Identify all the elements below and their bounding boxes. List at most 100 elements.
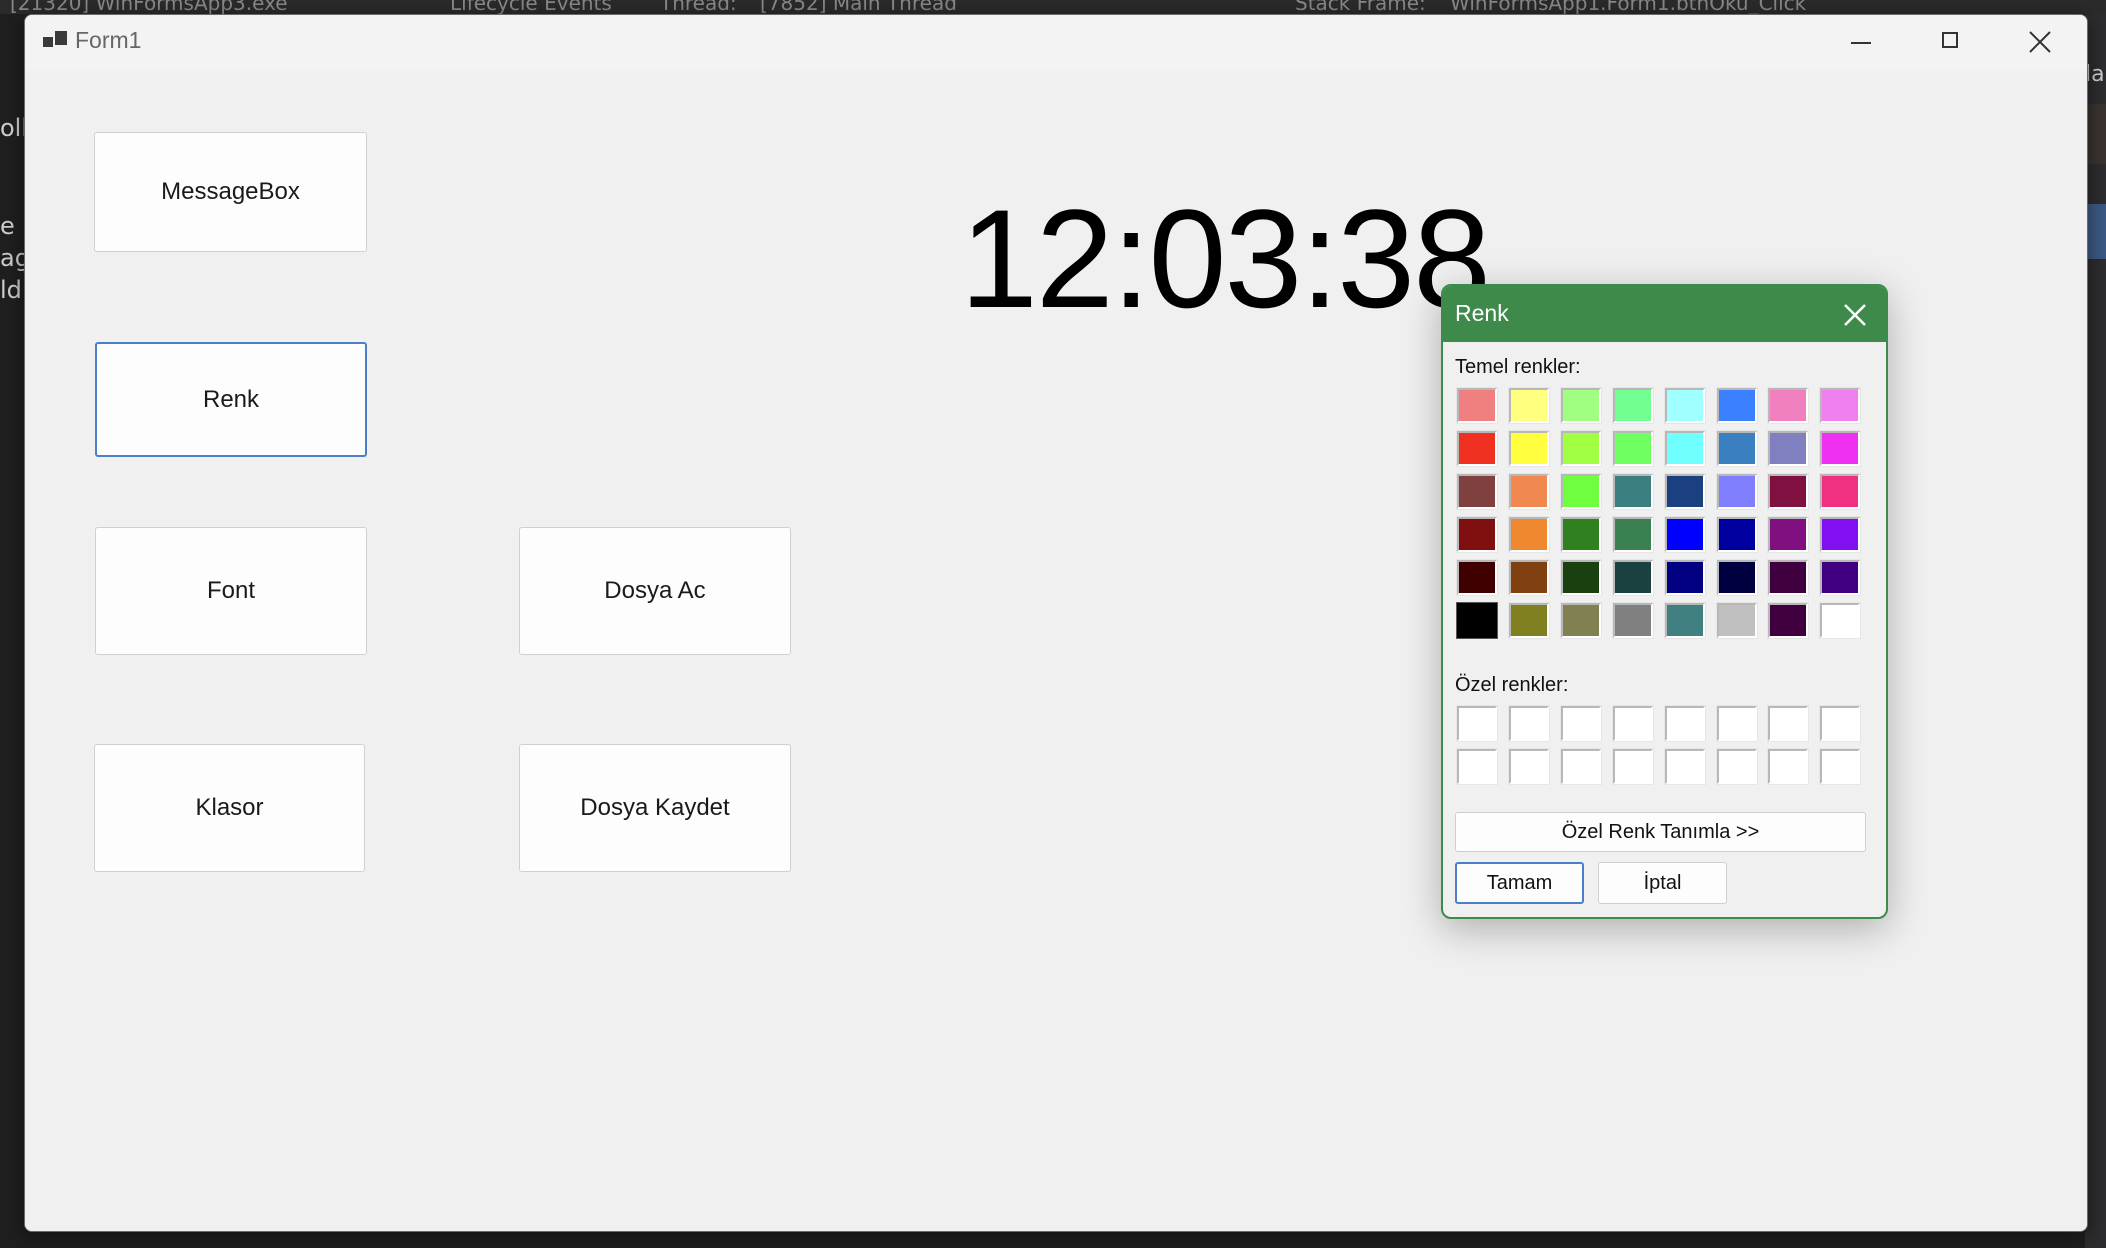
cancel-button[interactable]: İptal: [1598, 862, 1727, 904]
basic-color-swatch[interactable]: [1560, 387, 1602, 424]
maximize-icon: [1942, 32, 1958, 48]
basic-color-swatch[interactable]: [1716, 516, 1758, 553]
ok-button[interactable]: Tamam: [1455, 862, 1584, 904]
basic-color-swatch[interactable]: [1819, 473, 1861, 510]
dosya-kaydet-button[interactable]: Dosya Kaydet: [519, 744, 791, 872]
custom-color-swatch[interactable]: [1664, 705, 1706, 742]
basic-color-swatch[interactable]: [1560, 430, 1602, 467]
basic-color-swatch[interactable]: [1767, 559, 1809, 596]
basic-color-swatch[interactable]: [1819, 602, 1861, 639]
ide-right-block: [2085, 104, 2106, 164]
basic-color-swatch[interactable]: [1456, 559, 1498, 596]
custom-color-swatch[interactable]: [1560, 748, 1602, 785]
basic-color-swatch[interactable]: [1612, 559, 1654, 596]
basic-color-swatch[interactable]: [1612, 516, 1654, 553]
custom-color-swatch[interactable]: [1612, 748, 1654, 785]
custom-color-swatch[interactable]: [1664, 748, 1706, 785]
custom-color-swatch[interactable]: [1819, 748, 1861, 785]
basic-color-swatch[interactable]: [1664, 602, 1706, 639]
ide-right-panel: [2085, 14, 2106, 1248]
basic-color-swatch[interactable]: [1456, 473, 1498, 510]
custom-color-swatch[interactable]: [1560, 705, 1602, 742]
custom-color-swatch[interactable]: [1819, 705, 1861, 742]
basic-color-swatch[interactable]: [1716, 602, 1758, 639]
ide-scrollbar-thumb: [2085, 204, 2106, 259]
basic-color-swatch[interactable]: [1716, 430, 1758, 467]
maximize-button[interactable]: [1905, 15, 1995, 71]
basic-color-swatch[interactable]: [1767, 473, 1809, 510]
ide-thread-label: Thread:: [660, 0, 737, 14]
basic-color-swatch[interactable]: [1456, 387, 1498, 424]
custom-color-swatch[interactable]: [1456, 748, 1498, 785]
basic-color-swatch[interactable]: [1612, 473, 1654, 510]
basic-color-swatch[interactable]: [1664, 387, 1706, 424]
ide-process-label: [21320] WinFormsApp3.exe: [10, 0, 288, 14]
basic-color-swatch[interactable]: [1508, 430, 1550, 467]
basic-color-swatch[interactable]: [1767, 516, 1809, 553]
ide-left-text: e n: [0, 212, 24, 240]
basic-color-swatch[interactable]: [1819, 559, 1861, 596]
basic-color-swatch[interactable]: [1767, 602, 1809, 639]
basic-color-swatch[interactable]: [1508, 559, 1550, 596]
ide-toolbar-strip: [21320] WinFormsApp3.exe Lifecycle Event…: [0, 0, 2106, 14]
ide-right-text: lar: [2085, 62, 2106, 87]
custom-color-swatch[interactable]: [1716, 705, 1758, 742]
custom-color-swatch[interactable]: [1508, 705, 1550, 742]
custom-color-swatch[interactable]: [1716, 748, 1758, 785]
basic-color-swatch[interactable]: [1560, 602, 1602, 639]
custom-color-swatch[interactable]: [1612, 705, 1654, 742]
color-dialog-title-bar[interactable]: Renk: [1443, 286, 1886, 342]
basic-color-swatch[interactable]: [1716, 473, 1758, 510]
basic-color-swatch[interactable]: [1456, 602, 1498, 639]
font-button[interactable]: Font: [95, 527, 367, 655]
basic-color-swatch[interactable]: [1508, 387, 1550, 424]
close-button[interactable]: [1995, 15, 2085, 71]
dosya-ac-button[interactable]: Dosya Ac: [519, 527, 791, 655]
color-dialog: Renk Temel renkler: Özel renkler: Özel R…: [1441, 284, 1888, 919]
basic-color-swatch[interactable]: [1664, 516, 1706, 553]
minimize-button[interactable]: [1815, 15, 1905, 71]
custom-colors-label: Özel renkler:: [1455, 674, 1569, 696]
title-bar[interactable]: Form1: [25, 15, 2087, 71]
custom-color-swatch[interactable]: [1508, 748, 1550, 785]
basic-color-swatch[interactable]: [1716, 387, 1758, 424]
ide-left-text: olb: [0, 114, 24, 142]
ide-stackframe-value: WinFormsApp1.Form1.btnOku_Click: [1450, 0, 1807, 14]
basic-color-swatch[interactable]: [1508, 516, 1550, 553]
renk-button[interactable]: Renk: [95, 342, 367, 457]
basic-color-swatch[interactable]: [1716, 559, 1758, 596]
basic-color-swatch[interactable]: [1508, 602, 1550, 639]
basic-color-swatch[interactable]: [1456, 516, 1498, 553]
basic-color-swatch[interactable]: [1664, 473, 1706, 510]
define-custom-colors-button[interactable]: Özel Renk Tanımla >>: [1455, 812, 1866, 852]
basic-color-swatch[interactable]: [1612, 430, 1654, 467]
close-icon: [2029, 31, 2051, 53]
custom-color-swatch[interactable]: [1767, 748, 1809, 785]
basic-color-swatch[interactable]: [1819, 430, 1861, 467]
winforms-app-icon[interactable]: [43, 29, 67, 53]
basic-color-swatch[interactable]: [1819, 516, 1861, 553]
color-dialog-title: Renk: [1455, 300, 1509, 326]
basic-color-swatch[interactable]: [1819, 387, 1861, 424]
custom-color-swatch[interactable]: [1767, 705, 1809, 742]
basic-color-swatch[interactable]: [1767, 387, 1809, 424]
color-dialog-close-button[interactable]: [1840, 300, 1870, 330]
messagebox-button[interactable]: MessageBox: [94, 132, 367, 252]
ide-stackframe-label: Stack Frame:: [1295, 0, 1426, 14]
close-icon: [1844, 304, 1866, 326]
basic-color-swatch[interactable]: [1560, 473, 1602, 510]
basic-color-swatch[interactable]: [1612, 387, 1654, 424]
basic-color-swatch[interactable]: [1612, 602, 1654, 639]
basic-color-swatch[interactable]: [1560, 516, 1602, 553]
basic-color-swatch[interactable]: [1767, 430, 1809, 467]
custom-color-swatch[interactable]: [1456, 705, 1498, 742]
basic-color-swatch[interactable]: [1456, 430, 1498, 467]
ide-thread-value: [7852] Main Thread: [760, 0, 957, 14]
basic-color-swatch[interactable]: [1560, 559, 1602, 596]
klasor-button[interactable]: Klasor: [94, 744, 365, 872]
basic-color-swatch[interactable]: [1664, 559, 1706, 596]
window-title: Form1: [75, 27, 142, 53]
basic-color-swatch[interactable]: [1508, 473, 1550, 510]
basic-color-swatch[interactable]: [1664, 430, 1706, 467]
ide-left-text: ld: [0, 276, 22, 304]
